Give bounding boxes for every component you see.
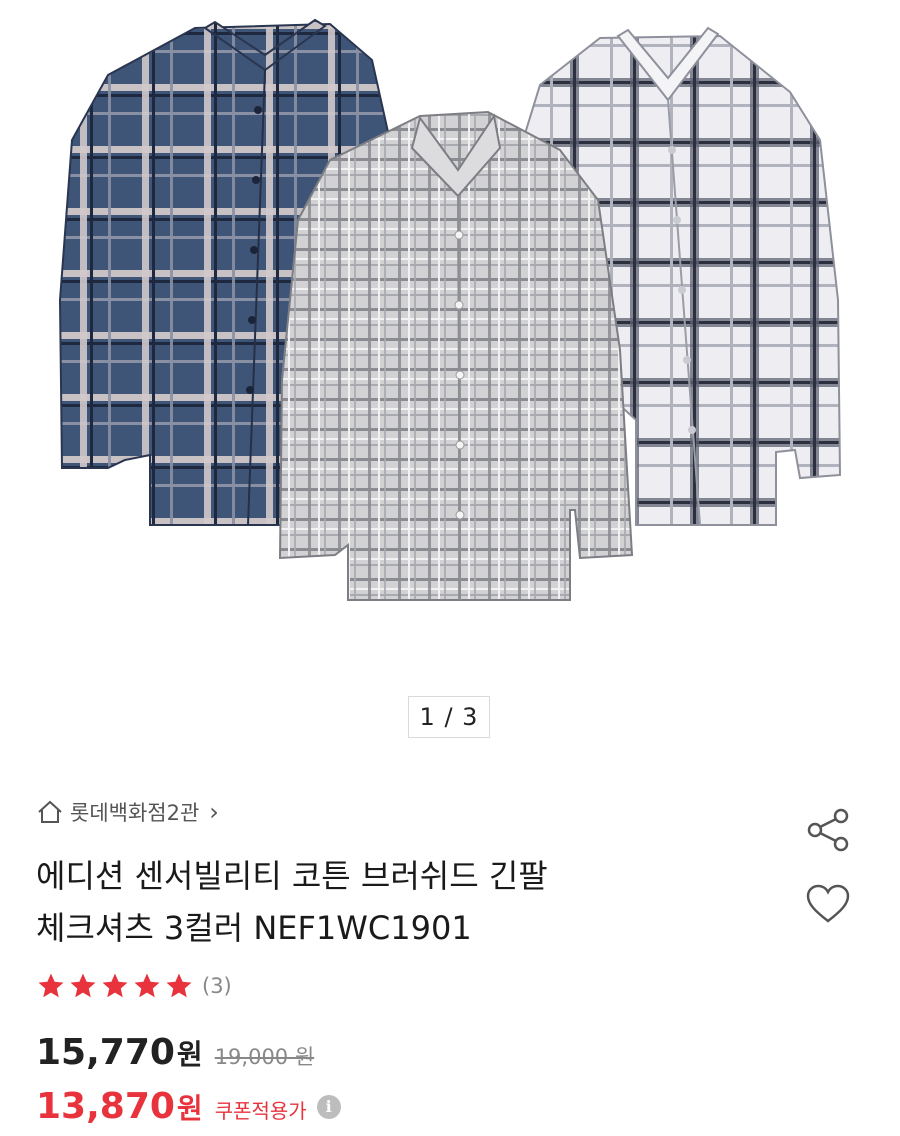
info-icon[interactable]: i: [316, 1094, 341, 1119]
star-icon: [38, 973, 64, 998]
sale-price-unit: 원: [176, 1038, 203, 1071]
store-link[interactable]: 롯데백화점2관 ›: [36, 796, 219, 828]
image-page-indicator: 1 / 3: [408, 696, 490, 738]
store-name: 롯데백화점2관: [70, 801, 200, 825]
star-icon: [166, 973, 192, 998]
product-image-gallery[interactable]: 1 / 3: [0, 0, 900, 745]
product-title-line2: 체크셔츠 3컬러 NEF1WC1901: [36, 909, 472, 947]
product-title-line1: 에디션 센서빌리티 코튼 브러쉬드 긴팔: [36, 857, 548, 895]
coupon-price-label: 쿠폰적용가: [214, 1099, 307, 1123]
product-title: 에디션 센서빌리티 코튼 브러쉬드 긴팔 체크셔츠 3컬러 NEF1WC1901: [36, 850, 756, 954]
home-icon: [36, 799, 64, 825]
share-icon: [805, 806, 851, 858]
product-rating[interactable]: (3): [36, 966, 232, 1006]
product-image[interactable]: [0, 0, 900, 745]
coupon-price-value: 13,870: [36, 1086, 175, 1127]
sale-price: 15,770 원 19,000 원: [36, 1032, 314, 1073]
original-price: 19,000 원: [214, 1045, 315, 1069]
review-count[interactable]: (3): [202, 974, 232, 998]
star-icon: [70, 973, 96, 998]
chevron-right-icon: ›: [209, 798, 219, 826]
coupon-price: 13,870 원 쿠폰적용가 i: [36, 1086, 341, 1127]
star-rating: [36, 971, 194, 1001]
heart-icon: [805, 883, 851, 929]
wishlist-button[interactable]: [804, 882, 852, 930]
gray-check-shirt: [278, 110, 634, 601]
star-icon: [134, 973, 160, 998]
sale-price-value: 15,770: [36, 1032, 175, 1073]
share-button[interactable]: [804, 806, 852, 858]
coupon-price-unit: 원: [176, 1092, 203, 1125]
star-icon: [102, 973, 128, 998]
